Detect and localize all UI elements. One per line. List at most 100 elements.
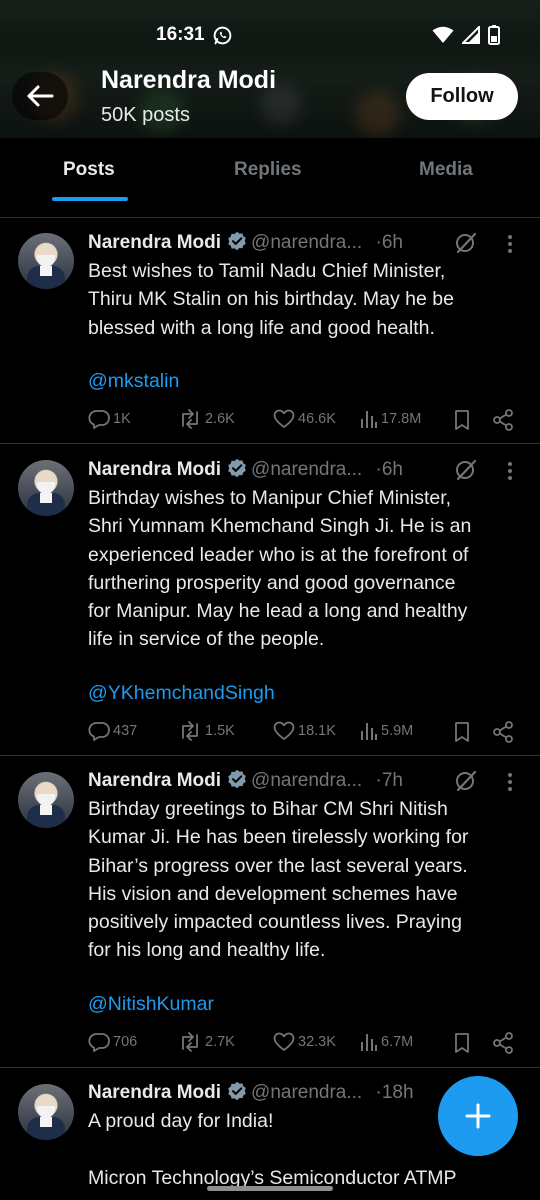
post-actions: 1K 2.6K 46.6K 17.8M [88, 409, 518, 431]
reply-icon [88, 410, 110, 429]
views-button[interactable]: 5.9M [360, 721, 413, 741]
like-button[interactable]: 46.6K [273, 409, 336, 429]
post-text: Birthday greetings to Bihar CM Shri Niti… [88, 795, 518, 965]
gesture-navigation-handle[interactable] [207, 1186, 333, 1191]
post-age: ·6h [375, 232, 403, 253]
reply-icon [88, 722, 110, 741]
tab-media[interactable]: Media [419, 159, 473, 181]
follow-button[interactable]: Follow [406, 73, 518, 120]
verified-badge-icon [228, 458, 246, 478]
tab-replies[interactable]: Replies [234, 159, 302, 181]
reply-count: 706 [113, 1034, 138, 1050]
verified-badge-icon [228, 1081, 246, 1101]
reply-count: 1K [113, 411, 131, 427]
author-handle: @narendra... [251, 770, 363, 791]
plus-icon [465, 1103, 491, 1129]
like-icon [273, 1032, 295, 1051]
mention-link[interactable]: @mkstalin [88, 370, 179, 393]
like-icon [273, 721, 295, 740]
share-icon[interactable] [492, 721, 514, 743]
repost-button[interactable]: 2.7K [178, 1032, 235, 1052]
repost-count: 2.6K [205, 411, 235, 427]
post-meta: Narendra Modi @narendra... ·6h [88, 458, 403, 481]
profile-posts-count: 50K posts [101, 104, 190, 126]
more-vertical-icon[interactable] [506, 233, 514, 255]
repost-count: 2.7K [205, 1034, 235, 1050]
views-icon [361, 723, 377, 740]
like-button[interactable]: 18.1K [273, 721, 336, 741]
bookmark-icon[interactable] [454, 1032, 470, 1054]
like-button[interactable]: 32.3K [273, 1032, 336, 1052]
reply-button[interactable]: 706 [88, 1032, 137, 1052]
grok-icon[interactable] [454, 231, 478, 255]
post-text-line: blessed with a long life and good health… [88, 316, 435, 339]
post-text-line: Kumar Ji. He has been tirelessly working… [88, 826, 469, 849]
like-count: 18.1K [298, 723, 336, 739]
post-meta: Narendra Modi @narendra... ·18h [88, 1081, 414, 1104]
avatar[interactable] [18, 233, 74, 289]
compose-button[interactable] [438, 1076, 518, 1156]
post-text-line: His vision and development schemes have [88, 882, 458, 905]
wifi-icon [432, 26, 454, 43]
post-meta: Narendra Modi @narendra... ·7h [88, 769, 403, 792]
post-text: Birthday wishes to Manipur Chief Ministe… [88, 484, 518, 654]
post-text: Best wishes to Tamil Nadu Chief Minister… [88, 257, 518, 342]
author-name[interactable]: Narendra Modi [88, 232, 221, 253]
post-text-line: for Manipur. May he lead a long and heal… [88, 600, 468, 623]
author-name[interactable]: Narendra Modi [88, 1082, 221, 1103]
grok-icon[interactable] [454, 458, 478, 482]
more-vertical-icon[interactable] [506, 460, 514, 482]
author-handle: @narendra... [251, 1082, 363, 1103]
reply-icon [88, 1033, 110, 1052]
post-actions: 437 1.5K 18.1K 5.9M [88, 721, 518, 743]
active-tab-indicator [52, 197, 128, 201]
views-icon [361, 411, 377, 428]
verified-badge-icon [228, 769, 246, 789]
views-button[interactable]: 17.8M [360, 409, 421, 429]
post[interactable]: Narendra Modi @narendra... ·6h Birthday w… [0, 445, 540, 756]
verified-badge-icon [228, 231, 246, 251]
repost-count: 1.5K [205, 723, 235, 739]
post[interactable]: Narendra Modi @narendra... ·7h Birthday g… [0, 757, 540, 1068]
back-button[interactable] [12, 72, 68, 120]
bookmark-icon[interactable] [454, 409, 470, 431]
status-bar: 16:31 [0, 0, 540, 70]
post-meta: Narendra Modi @narendra... ·6h [88, 231, 403, 254]
profile-tabs: Posts Replies Media [0, 138, 540, 218]
arrow-left-icon [27, 85, 54, 107]
avatar[interactable] [18, 772, 74, 828]
post-text-line: Best wishes to Tamil Nadu Chief Minister… [88, 260, 446, 282]
author-name[interactable]: Narendra Modi [88, 770, 221, 791]
repost-button[interactable]: 1.5K [178, 721, 235, 741]
post[interactable]: Narendra Modi @narendra... ·6h Best wishe… [0, 219, 540, 444]
bookmark-icon[interactable] [454, 721, 470, 743]
avatar[interactable] [18, 460, 74, 516]
avatar[interactable] [18, 1084, 74, 1140]
post-text-line: Thiru MK Stalin on his birthday. May he … [88, 288, 454, 311]
share-icon[interactable] [492, 409, 514, 431]
reply-button[interactable]: 437 [88, 721, 137, 741]
more-vertical-icon[interactable] [506, 771, 514, 793]
like-count: 46.6K [298, 411, 336, 427]
views-button[interactable]: 6.7M [360, 1032, 413, 1052]
post-text-line: positively impacted countless lives. Pra… [88, 911, 462, 934]
author-name[interactable]: Narendra Modi [88, 459, 221, 480]
reply-button[interactable]: 1K [88, 409, 131, 429]
tab-posts[interactable]: Posts [63, 159, 115, 181]
mention-link[interactable]: @YKhemchandSingh [88, 682, 275, 705]
like-icon [273, 409, 295, 428]
author-handle: @narendra... [251, 459, 363, 480]
post-text-line: Birthday greetings to Bihar CM Shri Niti… [88, 798, 448, 820]
post-text-line: life in service of the people. [88, 628, 325, 651]
repost-icon [182, 721, 198, 741]
views-count: 5.9M [381, 723, 414, 739]
post-age: ·6h [375, 459, 403, 480]
share-icon[interactable] [492, 1032, 514, 1054]
cellular-signal-icon [462, 26, 480, 44]
repost-button[interactable]: 2.6K [178, 409, 235, 429]
post-age: ·7h [375, 770, 403, 791]
grok-icon[interactable] [454, 769, 478, 793]
whatsapp-notification-icon [213, 26, 232, 45]
mention-link[interactable]: @NitishKumar [88, 993, 214, 1016]
views-count: 6.7M [381, 1034, 414, 1050]
